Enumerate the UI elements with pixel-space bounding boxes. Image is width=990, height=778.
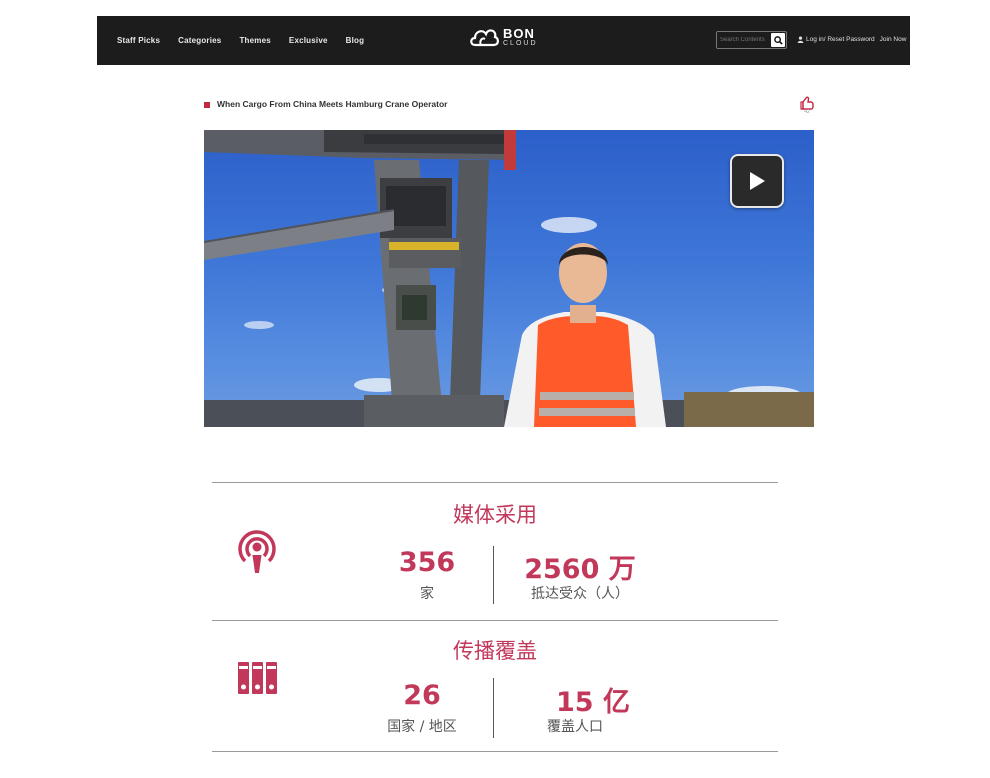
video-title: When Cargo From China Meets Hamburg Cran… xyxy=(217,99,448,109)
audience-reach-value: 2560 万 xyxy=(524,554,636,585)
login-link[interactable]: Log in/ Reset Password xyxy=(806,36,875,43)
logo-small-text: CLOUD xyxy=(503,40,538,47)
join-link[interactable]: Join Now xyxy=(880,36,907,43)
play-button[interactable] xyxy=(730,154,784,208)
countries-label: 国家 / 地区 xyxy=(387,719,457,735)
nav-blog[interactable]: Blog xyxy=(346,36,365,45)
population-label: 覆盖人口 xyxy=(547,719,603,735)
audience-reach-label: 抵达受众（人） xyxy=(531,586,629,602)
divider-top xyxy=(212,482,778,483)
user-icon xyxy=(797,36,804,43)
play-icon xyxy=(750,172,765,190)
logo-big-text: BON xyxy=(503,26,535,41)
nav-staff-picks[interactable]: Staff Picks xyxy=(117,36,160,45)
nav-categories[interactable]: Categories xyxy=(178,36,221,45)
media-divider xyxy=(493,546,494,604)
cloud-logo-icon xyxy=(470,29,499,47)
bon-cloud-logo[interactable]: BON CLOUD xyxy=(469,25,538,49)
video-player[interactable] xyxy=(204,130,814,427)
folders-icon xyxy=(238,662,277,694)
like-count: 42 xyxy=(804,109,810,115)
nav-themes[interactable]: Themes xyxy=(239,36,270,45)
title-marker xyxy=(204,102,210,108)
podcast-icon xyxy=(238,530,276,573)
video-title-row: When Cargo From China Meets Hamburg Cran… xyxy=(204,96,814,116)
search-button[interactable] xyxy=(771,33,785,47)
population-value: 15 亿 xyxy=(556,687,630,718)
top-navbar: Staff Picks Categories Themes Exclusive … xyxy=(97,16,910,65)
logo-wordmark: BON CLOUD xyxy=(503,27,538,47)
search-box xyxy=(716,31,787,49)
countries-value: 26 xyxy=(403,680,441,711)
search-input[interactable] xyxy=(717,33,770,47)
coverage-section-title: 传播覆盖 xyxy=(453,639,537,663)
media-section-title: 媒体采用 xyxy=(453,503,537,527)
media-outlets-value: 356 xyxy=(398,547,456,578)
thumbs-up-icon xyxy=(800,96,814,110)
like-button[interactable]: 42 xyxy=(800,96,814,115)
divider-bottom xyxy=(212,751,778,752)
account-links: Log in/ Reset Password Join Now xyxy=(797,36,906,43)
coverage-divider xyxy=(493,678,494,738)
search-icon xyxy=(773,35,783,45)
media-outlets-label: 家 xyxy=(420,586,434,602)
main-nav: Staff Picks Categories Themes Exclusive … xyxy=(117,16,364,65)
video-thumbnail-image xyxy=(204,130,814,427)
divider-middle xyxy=(212,620,778,621)
nav-exclusive[interactable]: Exclusive xyxy=(289,36,328,45)
